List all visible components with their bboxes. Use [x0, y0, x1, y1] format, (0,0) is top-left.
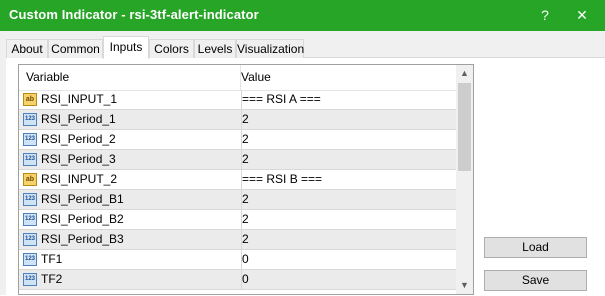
- string-type-icon: ab: [23, 173, 37, 186]
- variable-name: RSI_Period_2: [41, 132, 116, 146]
- integer-type-icon: 123: [23, 193, 37, 206]
- string-type-icon: ab: [23, 93, 37, 106]
- integer-type-icon: 123: [23, 233, 37, 246]
- variable-value[interactable]: 0: [241, 250, 456, 269]
- variable-value[interactable]: 2: [241, 110, 456, 129]
- table-row[interactable]: ab RSI_INPUT_2 === RSI B ===: [19, 170, 456, 190]
- table-row[interactable]: 123 RSI_Period_3 2: [19, 150, 456, 170]
- column-header-value[interactable]: Value: [234, 65, 463, 90]
- vertical-scrollbar[interactable]: ▲ ▼: [456, 65, 473, 294]
- value-text: 2: [242, 212, 249, 226]
- grid-rows: ab RSI_INPUT_1 === RSI A === 123 RSI_Per…: [19, 90, 456, 290]
- integer-type-icon: 123: [23, 133, 37, 146]
- tab-visualization[interactable]: Visualization: [236, 39, 304, 58]
- variable-value[interactable]: === RSI A ===: [241, 90, 456, 109]
- tab-colors[interactable]: Colors: [149, 39, 194, 58]
- variable-value[interactable]: 2: [241, 210, 456, 229]
- close-button[interactable]: ✕: [559, 0, 605, 31]
- title-bar: Custom Indicator - rsi-3tf-alert-indicat…: [0, 0, 605, 31]
- column-header-variable[interactable]: Variable: [19, 65, 241, 90]
- scrollbar-thumb[interactable]: [458, 83, 471, 171]
- table-row[interactable]: 123 RSI_Period_B1 2: [19, 190, 456, 210]
- window-title: Custom Indicator - rsi-3tf-alert-indicat…: [9, 7, 259, 22]
- variable-value[interactable]: 2: [241, 130, 456, 149]
- variable-value[interactable]: 2: [241, 190, 456, 209]
- value-text: === RSI A ===: [242, 92, 321, 106]
- variable-value[interactable]: 2: [241, 230, 456, 249]
- variable-value[interactable]: 2: [241, 150, 456, 169]
- tab-about[interactable]: About: [6, 39, 48, 58]
- value-text: 2: [242, 232, 249, 246]
- variable-name: RSI_Period_B2: [41, 212, 124, 226]
- variable-name: RSI_Period_1: [41, 112, 116, 126]
- variable-name: RSI_INPUT_1: [41, 92, 118, 106]
- table-row[interactable]: 123 RSI_Period_1 2: [19, 110, 456, 130]
- variable-value[interactable]: === RSI B ===: [241, 170, 456, 189]
- table-row[interactable]: 123 RSI_Period_2 2: [19, 130, 456, 150]
- scroll-down-arrow-icon[interactable]: ▼: [456, 277, 473, 294]
- variable-name: RSI_INPUT_2: [41, 172, 118, 186]
- load-button[interactable]: Load: [484, 237, 587, 258]
- table-row[interactable]: 123 RSI_Period_B3 2: [19, 230, 456, 250]
- variable-name: RSI_Period_3: [41, 152, 116, 166]
- variable-name: TF1: [41, 252, 63, 266]
- table-row[interactable]: 123 TF1 0: [19, 250, 456, 270]
- save-button[interactable]: Save: [484, 270, 587, 291]
- value-text: 0: [242, 272, 249, 286]
- integer-type-icon: 123: [23, 253, 37, 266]
- table-row[interactable]: 123 RSI_Period_B2 2: [19, 210, 456, 230]
- grid-header: Variable Value: [19, 65, 456, 91]
- value-text: === RSI B ===: [242, 172, 323, 186]
- value-text: 2: [242, 152, 249, 166]
- integer-type-icon: 123: [23, 113, 37, 126]
- scroll-up-arrow-icon[interactable]: ▲: [456, 65, 473, 82]
- integer-type-icon: 123: [23, 213, 37, 226]
- table-row[interactable]: ab RSI_INPUT_1 === RSI A ===: [19, 90, 456, 110]
- value-text: 2: [242, 132, 249, 146]
- integer-type-icon: 123: [23, 153, 37, 166]
- tab-common[interactable]: Common: [48, 39, 103, 58]
- variable-name: TF2: [41, 272, 63, 286]
- variable-name: RSI_Period_B3: [41, 232, 124, 246]
- tab-levels[interactable]: Levels: [194, 39, 236, 58]
- value-text: 0: [242, 252, 249, 266]
- tab-inputs[interactable]: Inputs: [103, 36, 149, 59]
- integer-type-icon: 123: [23, 273, 37, 286]
- table-row[interactable]: 123 TF2 0: [19, 270, 456, 290]
- variable-name: RSI_Period_B1: [41, 192, 124, 206]
- variable-value[interactable]: 0: [241, 270, 456, 289]
- value-text: 2: [242, 112, 249, 126]
- value-text: 2: [242, 192, 249, 206]
- inputs-grid[interactable]: Variable Value ab RSI_INPUT_1 === RSI A …: [18, 64, 474, 295]
